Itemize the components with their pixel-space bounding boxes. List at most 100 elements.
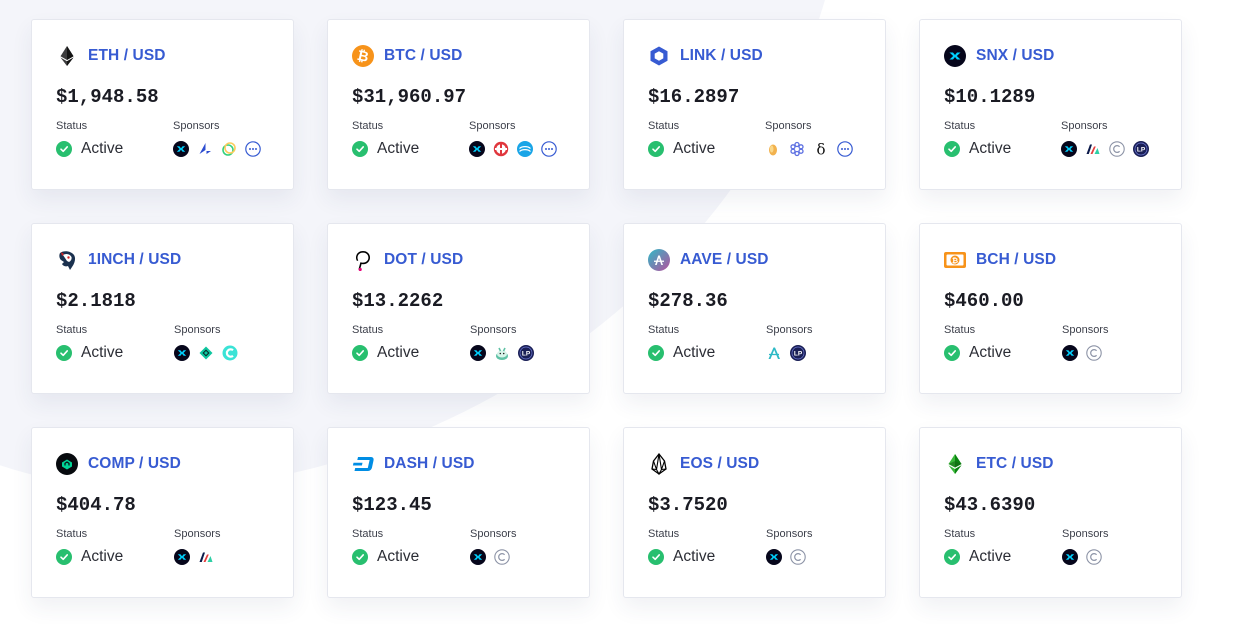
hand-icon[interactable]	[765, 141, 781, 157]
synthetix-icon[interactable]	[173, 141, 189, 157]
pair-name[interactable]: DASH / USD	[384, 455, 475, 473]
price-value: $10.1289	[944, 86, 1036, 108]
sponsors-label: Sponsors	[469, 120, 516, 132]
uma-icon[interactable]: LP	[1133, 141, 1149, 157]
feed-card[interactable]: COMP / USD $404.78 Status Active Sponsor…	[31, 427, 294, 598]
pair-name[interactable]: AAVE / USD	[680, 251, 769, 269]
check-icon	[352, 345, 368, 361]
synthetix-icon[interactable]	[1062, 549, 1078, 565]
uma-icon[interactable]: LP	[790, 345, 806, 361]
mstable-icon[interactable]	[1085, 141, 1101, 157]
synthetix-icon	[944, 45, 966, 67]
status-label: Status	[944, 120, 976, 132]
pair-name[interactable]: EOS / USD	[680, 455, 759, 473]
feed-card[interactable]: ₿ BCH / USD $460.00 Status Active Sponso…	[919, 223, 1182, 394]
status-label: Status	[944, 528, 976, 540]
pair-name[interactable]: ETC / USD	[976, 455, 1054, 473]
status-text: Active	[969, 344, 1012, 361]
feed-card[interactable]: ETH / USD $1,948.58 Status Active Sponso…	[31, 19, 294, 190]
diamond-icon[interactable]	[198, 345, 214, 361]
cake-icon[interactable]	[494, 345, 510, 361]
copyright-icon[interactable]	[790, 549, 806, 565]
pair-name[interactable]: DOT / USD	[384, 251, 463, 269]
aave-sponsor-icon[interactable]	[766, 345, 782, 361]
waves-icon[interactable]	[517, 141, 533, 157]
check-icon	[648, 141, 664, 157]
loopring-icon[interactable]	[197, 141, 213, 157]
feed-card[interactable]: LINK / USD $16.2897 Status Active Sponso…	[623, 19, 886, 190]
sponsors-list	[174, 344, 269, 362]
more-icon[interactable]	[541, 141, 557, 157]
sponsors-label: Sponsors	[766, 324, 813, 336]
status-text: Active	[673, 344, 716, 361]
pair-name[interactable]: BTC / USD	[384, 47, 462, 65]
feed-card[interactable]: ₿ BTC / USD $31,960.97 Status Active Spo…	[327, 19, 590, 190]
check-icon	[944, 549, 960, 565]
svg-text:LP: LP	[522, 351, 531, 358]
check-icon	[648, 345, 664, 361]
feed-card[interactable]: AAVE / USD $278.36 Status Active Sponsor…	[623, 223, 886, 394]
price-value: $460.00	[944, 290, 1024, 312]
synthetix-icon[interactable]	[470, 549, 486, 565]
synthetix-icon[interactable]	[1062, 345, 1078, 361]
copyright-icon[interactable]	[1086, 345, 1102, 361]
copyright-icon[interactable]	[1109, 141, 1125, 157]
pair-name[interactable]: SNX / USD	[976, 47, 1054, 65]
copyright-icon[interactable]	[1086, 549, 1102, 565]
pair-name[interactable]: COMP / USD	[88, 455, 181, 473]
status-text: Active	[81, 344, 124, 361]
more-icon[interactable]	[837, 141, 853, 157]
more-icon[interactable]	[245, 141, 261, 157]
ethereum-classic-icon	[944, 453, 966, 475]
pair-name[interactable]: BCH / USD	[976, 251, 1056, 269]
sponsors-label: Sponsors	[1062, 324, 1109, 336]
pair-name[interactable]: ETH / USD	[88, 47, 166, 65]
status-text: Active	[673, 548, 716, 565]
check-icon	[944, 141, 960, 157]
synthetix-icon[interactable]	[1061, 141, 1077, 157]
check-icon	[944, 345, 960, 361]
sponsors-list: LP	[1061, 140, 1157, 158]
bitcoin-cash-icon: ₿	[944, 249, 966, 271]
circle-c-icon[interactable]	[222, 345, 238, 361]
sponsors-label: Sponsors	[766, 528, 813, 540]
check-icon	[56, 141, 72, 157]
sponsors-label: Sponsors	[174, 324, 221, 336]
ethereum-icon	[56, 45, 78, 67]
status-label: Status	[944, 324, 976, 336]
synthetix-icon[interactable]	[174, 345, 190, 361]
uma-icon[interactable]: LP	[518, 345, 534, 361]
cream-icon[interactable]	[493, 141, 509, 157]
feed-card[interactable]: SNX / USD $10.1289 Status Active Sponsor…	[919, 19, 1182, 190]
delta-icon[interactable]: δ	[813, 141, 829, 157]
feed-card[interactable]: DASH / USD $123.45 Status Active Sponsor…	[327, 427, 590, 598]
sponsors-list	[469, 140, 565, 158]
feed-card[interactable]: ETC / USD $43.6390 Status Active Sponsor…	[919, 427, 1182, 598]
mstable-icon[interactable]	[198, 549, 214, 565]
compound-icon	[56, 453, 78, 475]
snowflake-icon[interactable]	[789, 141, 805, 157]
price-feed-grid: ETH / USD $1,948.58 Status Active Sponso…	[31, 19, 1182, 598]
polkadot-icon	[352, 249, 374, 271]
aave-icon	[648, 249, 670, 271]
synthetix-icon[interactable]	[766, 549, 782, 565]
synthetix-icon[interactable]	[174, 549, 190, 565]
celo-icon[interactable]	[221, 141, 237, 157]
feed-card[interactable]: EOS / USD $3.7520 Status Active Sponsors	[623, 427, 886, 598]
feed-card[interactable]: 1INCH / USD $2.1818 Status Active Sponso…	[31, 223, 294, 394]
price-value: $13.2262	[352, 290, 444, 312]
price-value: $1,948.58	[56, 86, 159, 108]
price-value: $43.6390	[944, 494, 1036, 516]
pair-name[interactable]: LINK / USD	[680, 47, 763, 65]
sponsors-list: LP	[766, 344, 861, 362]
price-value: $123.45	[352, 494, 432, 516]
status-label: Status	[648, 324, 680, 336]
synthetix-icon[interactable]	[469, 141, 485, 157]
status-text: Active	[377, 344, 420, 361]
feed-card[interactable]: DOT / USD $13.2262 Status Active Sponsor…	[327, 223, 590, 394]
copyright-icon[interactable]	[494, 549, 510, 565]
status-text: Active	[377, 548, 420, 565]
pair-name[interactable]: 1INCH / USD	[88, 251, 181, 269]
synthetix-icon[interactable]	[470, 345, 486, 361]
svg-text:LP: LP	[1137, 147, 1146, 154]
